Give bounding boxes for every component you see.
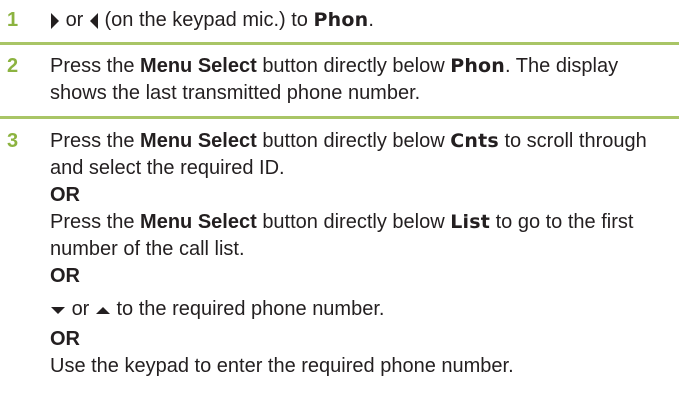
instruction-text: button directly below [262,130,445,152]
down-arrow-key-icon [50,304,66,316]
step-text: Press the Menu Select button directly be… [50,128,675,380]
or-label: OR [50,184,80,206]
display-label: List [450,211,491,233]
period: . [368,9,374,31]
left-arrow-key-icon [89,12,99,30]
instruction-text: Press the [50,130,135,152]
instruction-text: (on the keypad mic.) to [104,9,308,31]
step-number: 1 [7,9,19,31]
right-arrow-key-icon [50,12,60,30]
or-label: OR [50,265,80,287]
display-label: Phon [450,55,506,77]
up-arrow-key-icon [95,304,111,316]
instruction-text: Use the keypad to enter the required pho… [50,355,514,377]
button-name: Menu Select [140,130,257,152]
instruction-document: 1 or (on the keypad mic.) to Phon. 2 Pre… [0,0,679,411]
display-label: Cnts [450,130,499,152]
or-label: OR [50,328,80,350]
step-text: Press the Menu Select button directly be… [50,53,675,107]
step-text: or (on the keypad mic.) to Phon. [50,7,675,34]
button-name: Menu Select [140,211,257,233]
step-number: 3 [7,130,19,152]
instruction-text: Press the [50,55,135,77]
step-number: 2 [7,55,19,77]
divider [0,42,679,45]
instruction-text: button directly below [262,211,445,233]
button-name: Menu Select [140,55,257,77]
instruction-text: to the required phone number. [116,298,385,320]
divider [0,116,679,119]
or-text: or [71,298,90,320]
instruction-text: button directly below [262,55,445,77]
instruction-text: Press the [50,211,135,233]
display-label: Phon [313,9,369,31]
or-text: or [65,9,84,31]
